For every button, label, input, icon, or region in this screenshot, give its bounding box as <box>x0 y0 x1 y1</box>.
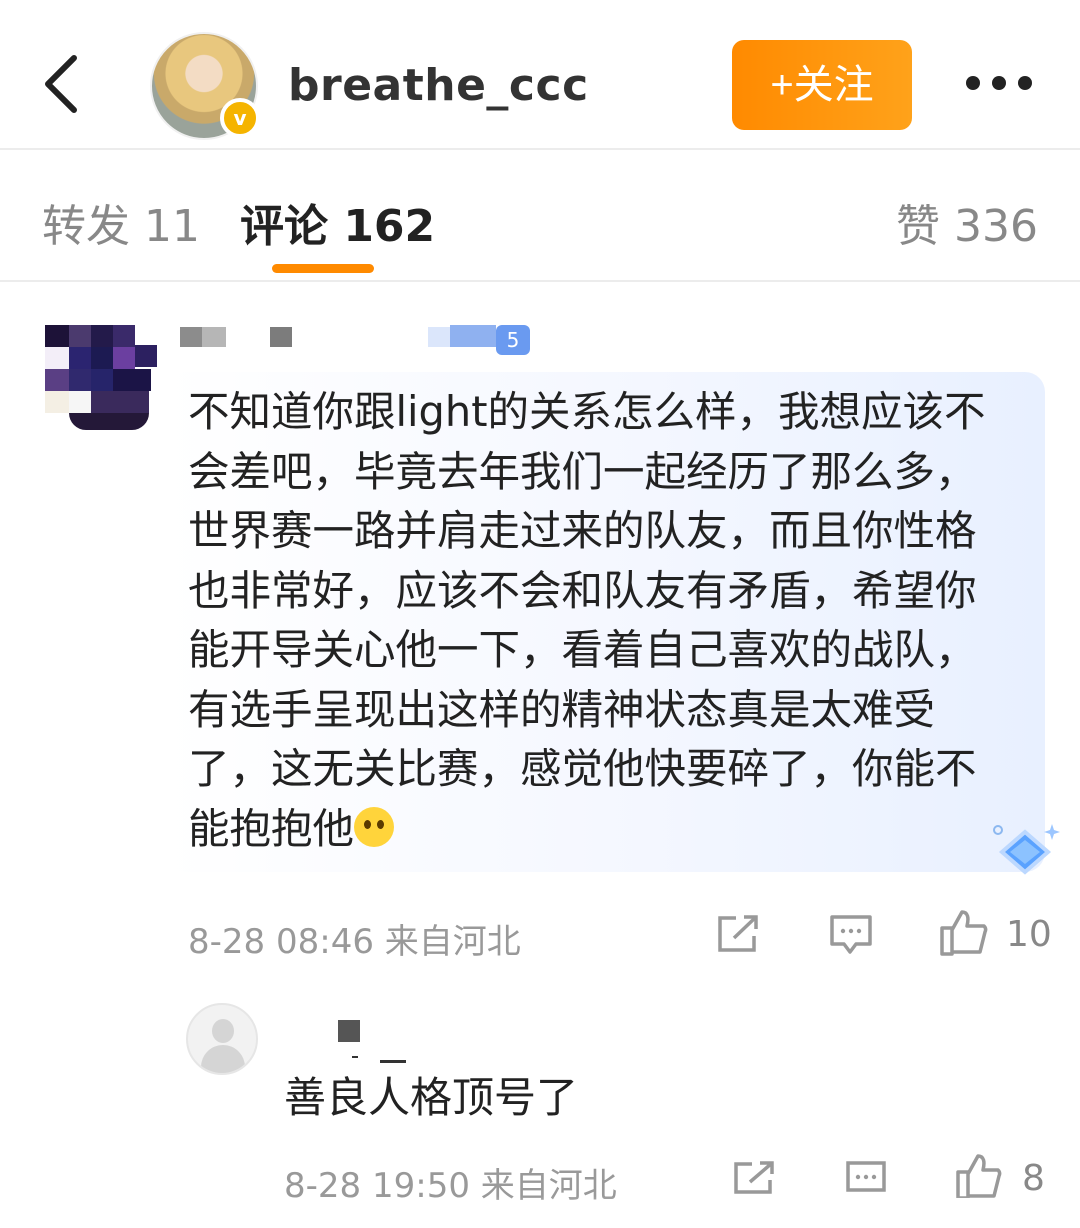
active-tab-indicator <box>272 264 374 273</box>
redaction-mark <box>352 1056 358 1058</box>
reply-text: 善良人格顶号了 <box>284 1073 579 1122</box>
commenter-avatar-mosaic[interactable] <box>45 325 157 430</box>
verified-badge-icon: v <box>220 98 260 138</box>
pleading-face-icon <box>354 806 395 847</box>
tab-repost[interactable]: 转发 11 <box>42 190 200 254</box>
more-options-icon[interactable] <box>960 70 1040 100</box>
comment-meta: 8-28 08:46 来自河北 <box>188 922 521 962</box>
reply-name-redacted[interactable] <box>338 1020 360 1042</box>
comment-body: 不知道你跟light的关系怎么样，我想应该不会差吧，毕竟去年我们一起经历了那么多… <box>188 387 986 853</box>
redaction-mark <box>380 1060 406 1063</box>
comment-like-count: 10 <box>1006 914 1052 955</box>
follow-button[interactable]: +关注 <box>732 40 912 130</box>
tab-like[interactable]: 赞 336 <box>896 190 1038 254</box>
tab-comment[interactable]: 评论 162 <box>240 190 435 254</box>
reply-avatar[interactable] <box>186 1003 258 1075</box>
comment-text: 不知道你跟light的关系怎么样，我想应该不会差吧，毕竟去年我们一起经历了那么多… <box>188 382 1008 858</box>
top-bar: v breathe_ccc +关注 <box>0 0 1080 150</box>
reply-comment-icon[interactable] <box>846 1160 886 1200</box>
share-icon[interactable] <box>732 1160 776 1196</box>
tab-bar: 转发 11 评论 162 赞 336 <box>0 152 1080 282</box>
like-thumb-icon[interactable] <box>956 1154 1002 1198</box>
commenter-name-redacted[interactable]: 5 <box>180 325 530 355</box>
author-username[interactable]: breathe_ccc <box>288 60 589 111</box>
reply-comment-icon[interactable] <box>830 914 872 956</box>
like-thumb-icon[interactable] <box>940 910 988 956</box>
user-level-badge: 5 <box>496 325 530 355</box>
reply-like-count: 8 <box>1022 1158 1045 1199</box>
author-avatar[interactable]: v <box>150 32 260 140</box>
diamond-decoration-icon <box>993 824 1060 875</box>
share-icon[interactable] <box>716 914 760 954</box>
back-arrow-icon[interactable] <box>38 52 88 116</box>
bottom-fade <box>0 1196 1080 1228</box>
